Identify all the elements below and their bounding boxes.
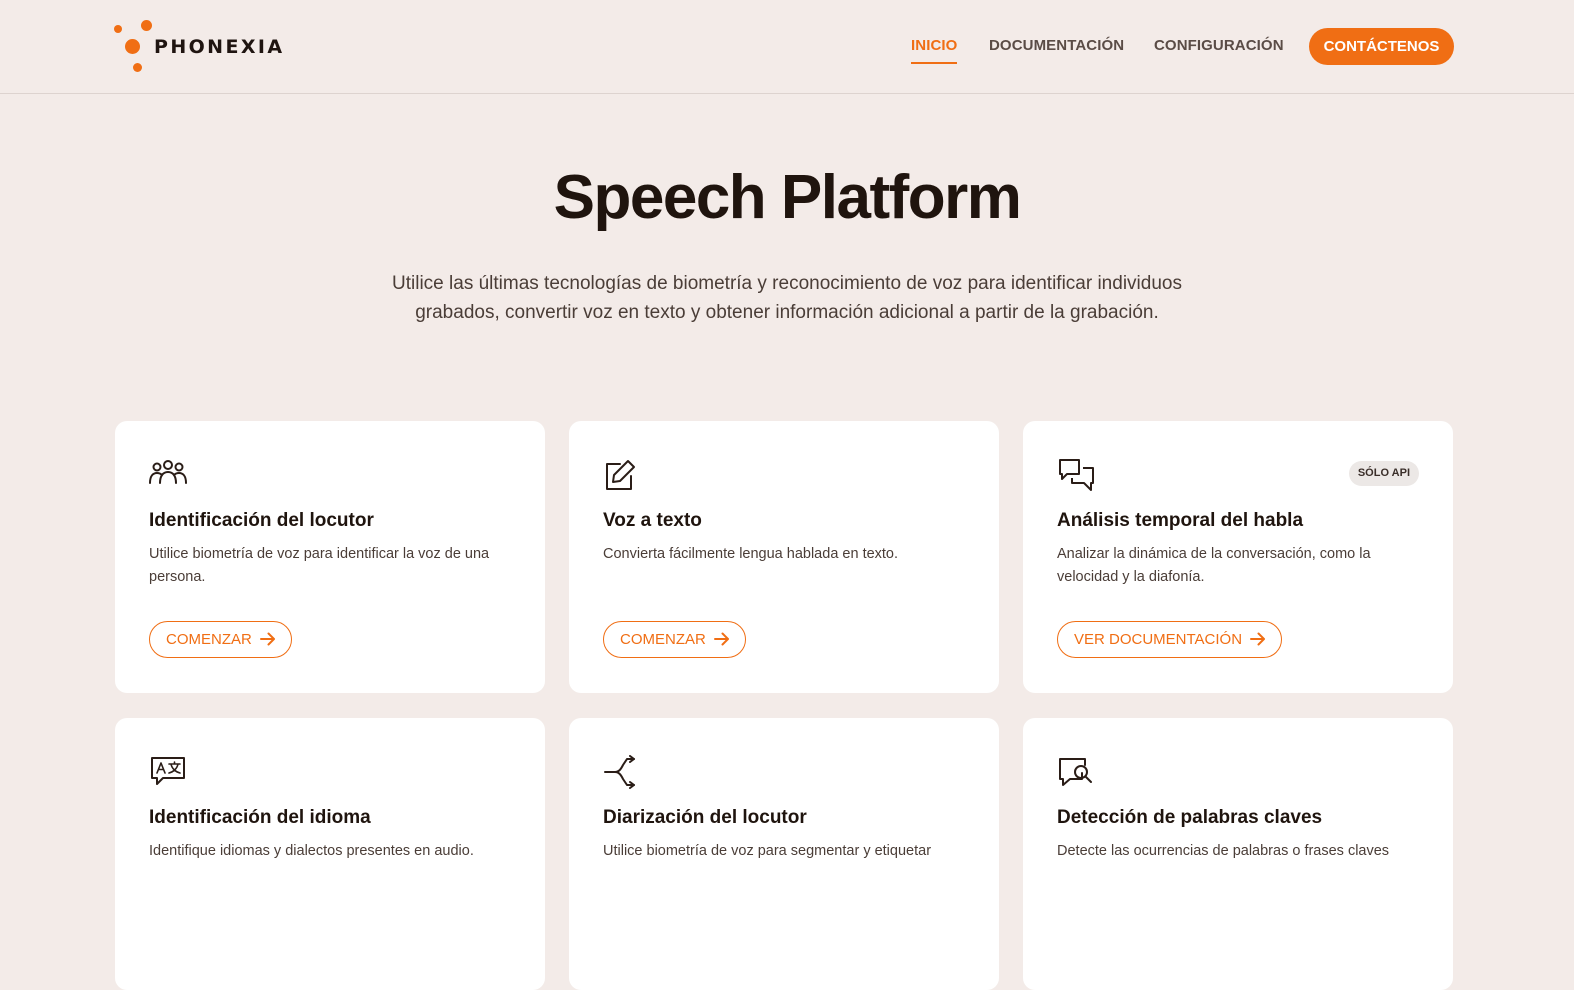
- view-documentation-button[interactable]: VER DOCUMENTACIÓN: [1057, 621, 1283, 658]
- arrow-right-icon: [1250, 632, 1266, 646]
- button-label: COMENZAR: [620, 631, 706, 648]
- site-header: PHONEXIA INICIO DOCUMENTACIÓN CONFIGURAC…: [0, 0, 1574, 94]
- card-description: Identifique idiomas y dialectos presente…: [149, 843, 474, 859]
- edit-icon: [606, 460, 635, 490]
- translate-icon: [151, 757, 185, 785]
- start-button[interactable]: COMENZAR: [603, 621, 746, 658]
- contact-button[interactable]: CONTÁCTENOS: [1309, 28, 1454, 65]
- card-temporal-speech-analysis: SÓLO API Análisis temporal del habla Ana…: [1023, 421, 1453, 693]
- logo-dot: [125, 39, 140, 54]
- card-title: Diarización del locutor: [603, 807, 807, 828]
- card-title: Identificación del idioma: [149, 807, 371, 828]
- card-description: Detecte las ocurrencias de palabras o fr…: [1057, 843, 1390, 859]
- phonexia-logo[interactable]: PHONEXIA: [113, 19, 293, 75]
- chat-search-icon: [1059, 758, 1092, 786]
- card-title: Detección de palabras claves: [1057, 807, 1323, 828]
- page-subtitle: Utilice las últimas tecnologías de biome…: [392, 273, 1182, 323]
- nav-inicio[interactable]: INICIO: [911, 37, 957, 54]
- card-speaker-identification: Identificación del locutor Utilice biome…: [115, 421, 545, 693]
- page-title: Speech Platform: [553, 163, 1022, 232]
- logo-dot: [133, 63, 142, 72]
- nav-documentacion[interactable]: DOCUMENTACIÓN: [989, 37, 1124, 54]
- card-title: Análisis temporal del habla: [1057, 510, 1304, 531]
- card-description: Convierta fácilmente lengua hablada en t…: [603, 546, 899, 562]
- arrow-right-icon: [259, 632, 275, 646]
- card-title: Voz a texto: [603, 510, 702, 531]
- users-icon: [149, 460, 187, 484]
- card-language-identification: Identificación del idioma Identifique id…: [115, 718, 545, 990]
- button-label: COMENZAR: [166, 631, 252, 648]
- card-title: Identificación del locutor: [149, 510, 374, 531]
- start-button[interactable]: COMENZAR: [149, 621, 292, 658]
- arrow-right-icon: [713, 632, 729, 646]
- card-speaker-diarization: Diarización del locutor Utilice biometrí…: [569, 718, 999, 990]
- chat-icon: [1059, 459, 1094, 491]
- card-description: Analizar la dinámica de la conversación,…: [1057, 546, 1371, 585]
- card-keyword-spotting: Detección de palabras claves Detecte las…: [1023, 718, 1453, 990]
- nav-active-underline: [911, 62, 957, 64]
- card-description: Utilice biometría de voz para segmentar …: [603, 843, 932, 859]
- card-description: Utilice biometría de voz para identifica…: [149, 546, 490, 585]
- button-label: VER DOCUMENTACIÓN: [1074, 631, 1243, 648]
- logo-dot: [114, 25, 122, 33]
- split-icon: [604, 755, 635, 789]
- logo-dot: [141, 20, 152, 31]
- logo-text: PHONEXIA: [154, 36, 285, 58]
- api-only-badge: SÓLO API: [1348, 461, 1419, 486]
- nav-configuracion[interactable]: CONFIGURACIÓN: [1154, 37, 1284, 54]
- card-speech-to-text: Voz a texto Convierta fácilmente lengua …: [569, 421, 999, 693]
